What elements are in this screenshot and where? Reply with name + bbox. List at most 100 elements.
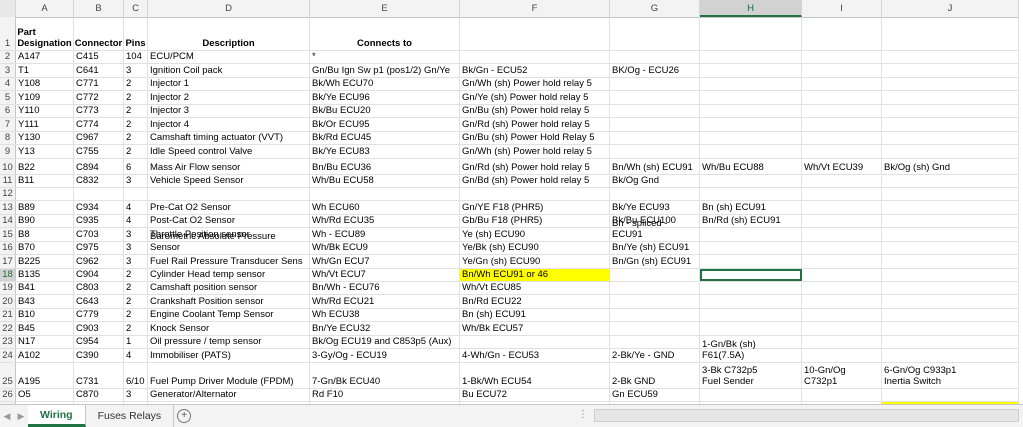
cell-a18[interactable]: B135 <box>16 268 74 281</box>
cell-i1[interactable] <box>802 17 882 50</box>
row-header-17[interactable]: 17 <box>0 255 16 268</box>
cell-a17[interactable]: B225 <box>16 255 74 268</box>
cell-b20[interactable]: C643 <box>74 295 124 308</box>
cell-e19[interactable]: Bn/Wh - ECU76 <box>310 282 460 295</box>
cell-f5[interactable]: Gn/Ye (sh) Power hold relay 5 <box>460 91 610 104</box>
cell-g13[interactable]: Bk/Ye ECU93 <box>610 201 700 214</box>
cell-c6[interactable]: 2 <box>124 104 148 118</box>
cell-j19[interactable] <box>882 282 1019 295</box>
cell-f15[interactable]: Ye (sh) ECU90 <box>460 228 610 241</box>
cell-h5[interactable] <box>700 91 802 104</box>
cell-c25[interactable]: 6/10 <box>124 362 148 388</box>
cell-j6[interactable] <box>882 104 1019 118</box>
cell-h20[interactable] <box>700 295 802 308</box>
cell-j17[interactable] <box>882 255 1019 268</box>
cell-f3[interactable]: Bk/Gn - ECU52 <box>460 64 610 77</box>
cell-h6[interactable] <box>700 104 802 118</box>
cell-b16[interactable]: C975 <box>74 241 124 255</box>
cell-c1[interactable]: Pins <box>124 17 148 50</box>
cell-h16[interactable] <box>700 241 802 255</box>
cell-c17[interactable]: 3 <box>124 255 148 268</box>
cell-h3[interactable] <box>700 64 802 77</box>
cell-a11[interactable]: B11 <box>16 174 74 187</box>
cell-e23[interactable]: Bk/Og ECU19 and C853p5 (Aux) <box>310 335 460 349</box>
cell-i14[interactable] <box>802 214 882 228</box>
cell-e4[interactable]: Bk/Wh ECU70 <box>310 77 460 91</box>
cell-b18[interactable]: C904 <box>74 268 124 281</box>
cell-a20[interactable]: B43 <box>16 295 74 308</box>
cell-d8[interactable]: Camshaft timing actuator (VVT) <box>148 131 310 145</box>
cell-c2[interactable]: 104 <box>124 51 148 64</box>
cell-b9[interactable]: C755 <box>74 145 124 158</box>
cell-j26[interactable] <box>882 388 1019 402</box>
cell-f26[interactable]: Bu ECU72 <box>460 388 610 402</box>
cell-i26[interactable] <box>802 388 882 402</box>
cell-a9[interactable]: Y13 <box>16 145 74 158</box>
cell-j20[interactable] <box>882 295 1019 308</box>
cell-d20[interactable]: Crankshaft Position sensor <box>148 295 310 308</box>
cell-i13[interactable] <box>802 201 882 214</box>
cell-d24[interactable]: Immobiliser (PATS) <box>148 349 310 362</box>
cell-e1[interactable]: Connects to <box>310 17 460 50</box>
cell-f4[interactable]: Gn/Wh (sh) Power hold relay 5 <box>460 77 610 91</box>
cell-g2[interactable] <box>610 51 700 64</box>
cell-h24[interactable]: 1-Gn/Bk (sh) F61(7.5A) <box>700 339 802 362</box>
cell-d13[interactable]: Pre-Cat O2 Sensor <box>148 201 310 214</box>
cell-g1[interactable] <box>610 17 700 50</box>
cell-c20[interactable]: 2 <box>124 295 148 308</box>
cell-c13[interactable]: 4 <box>124 201 148 214</box>
cell-h7[interactable] <box>700 118 802 131</box>
cell-d1[interactable]: Description <box>148 17 310 50</box>
cell-b4[interactable]: C771 <box>74 77 124 91</box>
cell-a8[interactable]: Y130 <box>16 131 74 145</box>
row-header-14[interactable]: 14 <box>0 214 16 228</box>
cell-g12[interactable] <box>610 187 700 201</box>
cell-i17[interactable] <box>802 255 882 268</box>
cell-e22[interactable]: Bn/Ye ECU32 <box>310 322 460 335</box>
column-header-a[interactable]: A <box>16 0 74 17</box>
cell-e7[interactable]: Bk/Or ECU95 <box>310 118 460 131</box>
cell-d16[interactable]: Barometric Absolute Pressure Sensor <box>148 231 310 255</box>
cell-e26[interactable]: Rd F10 <box>310 388 460 402</box>
row-header-10[interactable]: 10 <box>0 158 16 174</box>
cell-d21[interactable]: Engine Coolant Temp Sensor <box>148 308 310 322</box>
cell-i7[interactable] <box>802 118 882 131</box>
cell-e10[interactable]: Bn/Bu ECU36 <box>310 158 460 174</box>
cell-b13[interactable]: C934 <box>74 201 124 214</box>
cell-a14[interactable]: B90 <box>16 214 74 228</box>
cell-j10[interactable]: Bk/Og (sh) Gnd <box>882 158 1019 174</box>
cell-d4[interactable]: Injector 1 <box>148 77 310 91</box>
cell-b8[interactable]: C967 <box>74 131 124 145</box>
cell-g20[interactable] <box>610 295 700 308</box>
cell-i12[interactable] <box>802 187 882 201</box>
cell-h18[interactable] <box>700 268 802 281</box>
cell-g5[interactable] <box>610 91 700 104</box>
cell-d2[interactable]: ECU/PCM <box>148 51 310 64</box>
cell-g9[interactable] <box>610 145 700 158</box>
cell-b19[interactable]: C803 <box>74 282 124 295</box>
cell-c12[interactable] <box>124 187 148 201</box>
cell-g10[interactable]: Bn/Wh (sh) ECU91 <box>610 158 700 174</box>
cell-i16[interactable] <box>802 241 882 255</box>
cell-g22[interactable] <box>610 322 700 335</box>
cell-a16[interactable]: B70 <box>16 241 74 255</box>
cell-g24[interactable]: 2-Bk/Ye - GND <box>610 349 700 362</box>
cell-g15[interactable]: Bn - spliced - ECU91 <box>610 218 700 241</box>
cell-e21[interactable]: Wh ECU38 <box>310 308 460 322</box>
cell-j9[interactable] <box>882 145 1019 158</box>
cell-h1[interactable] <box>700 17 802 50</box>
column-header-h[interactable]: H <box>700 0 802 17</box>
cell-h12[interactable] <box>700 187 802 201</box>
column-header-f[interactable]: F <box>460 0 610 17</box>
cell-j22[interactable] <box>882 322 1019 335</box>
row-header-8[interactable]: 8 <box>0 131 16 145</box>
cell-f13[interactable]: Gn/YE F18 (PHR5) <box>460 201 610 214</box>
cell-a6[interactable]: Y110 <box>16 104 74 118</box>
cell-d6[interactable]: Injector 3 <box>148 104 310 118</box>
cell-d18[interactable]: Cylinder Head temp sensor <box>148 268 310 281</box>
cell-d14[interactable]: Post-Cat O2 Sensor <box>148 214 310 228</box>
cell-i24[interactable] <box>802 349 882 362</box>
cell-h25[interactable]: 3-Bk C732p5 Fuel Sender <box>700 362 802 388</box>
cell-d3[interactable]: Ignition Coil pack <box>148 64 310 77</box>
cell-j15[interactable] <box>882 228 1019 241</box>
